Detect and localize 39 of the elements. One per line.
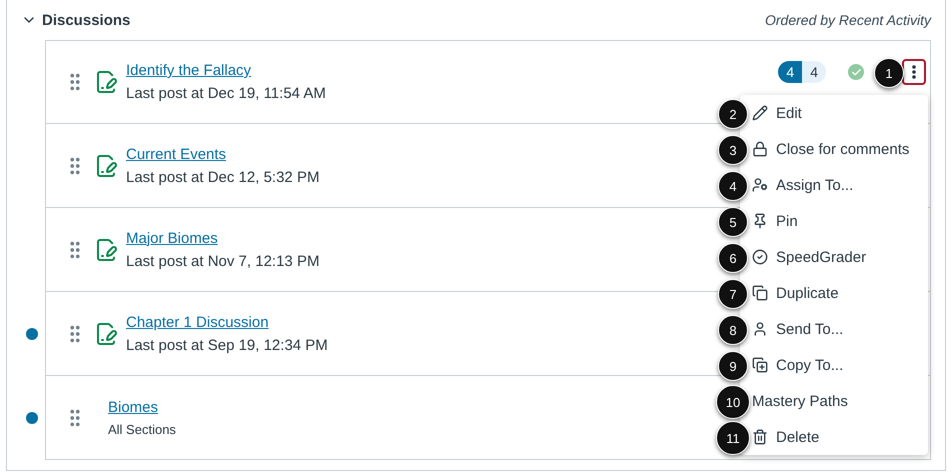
menu-item[interactable]: Assign To... xyxy=(749,167,928,203)
check-circle-icon xyxy=(752,249,768,265)
user-icon xyxy=(752,321,768,337)
menu-item[interactable]: SpeedGrader xyxy=(749,239,928,275)
discussion-link[interactable]: Biomes xyxy=(108,398,176,416)
discussion-subtitle: Last post at Nov 7, 12:13 PM xyxy=(126,252,320,270)
more-icon xyxy=(912,65,916,79)
menu-item[interactable]: Duplicate xyxy=(749,275,928,311)
pencil-icon xyxy=(752,105,768,121)
sort-note: Ordered by Recent Activity xyxy=(765,12,931,28)
menu-item[interactable]: Mastery Paths xyxy=(749,383,928,419)
discussion-subtitle: Last post at Dec 19, 11:54 AM xyxy=(126,85,326,102)
discussion-icon xyxy=(94,238,118,262)
section-title: Discussions xyxy=(42,12,130,28)
menu-item[interactable]: Delete xyxy=(749,419,928,455)
unread-count: 4 xyxy=(778,61,802,83)
discussion-subtitle: All Sections xyxy=(108,422,176,436)
reply-count: 4 xyxy=(802,61,826,83)
discussion-link[interactable]: Current Events xyxy=(126,146,320,162)
menu-item[interactable]: Pin xyxy=(749,203,928,239)
trash-icon xyxy=(752,429,768,445)
discussion-icon xyxy=(94,70,118,94)
copy-icon xyxy=(752,285,768,301)
discussion-icon xyxy=(94,322,118,346)
pin-icon xyxy=(752,213,768,229)
more-options-button[interactable] xyxy=(902,59,926,85)
discussion-link[interactable]: Identify the Fallacy xyxy=(126,62,326,79)
lock-icon xyxy=(752,141,768,157)
discussion-subtitle: Last post at Sep 19, 12:34 PM xyxy=(126,336,328,354)
menu-item[interactable]: Edit xyxy=(749,95,928,131)
menu-item[interactable]: Copy To... xyxy=(749,347,928,383)
discussion-icon xyxy=(94,154,118,178)
discussion-link[interactable]: Chapter 1 Discussion xyxy=(126,314,328,330)
menu-item[interactable]: Close for comments xyxy=(749,131,928,167)
discussion-link[interactable]: Major Biomes xyxy=(126,230,320,246)
user-gear-icon xyxy=(752,177,768,193)
discussion-subtitle: Last post at Dec 12, 5:32 PM xyxy=(126,168,320,186)
menu-item[interactable]: Send To... xyxy=(749,311,928,347)
copy-plus-icon xyxy=(752,357,768,373)
